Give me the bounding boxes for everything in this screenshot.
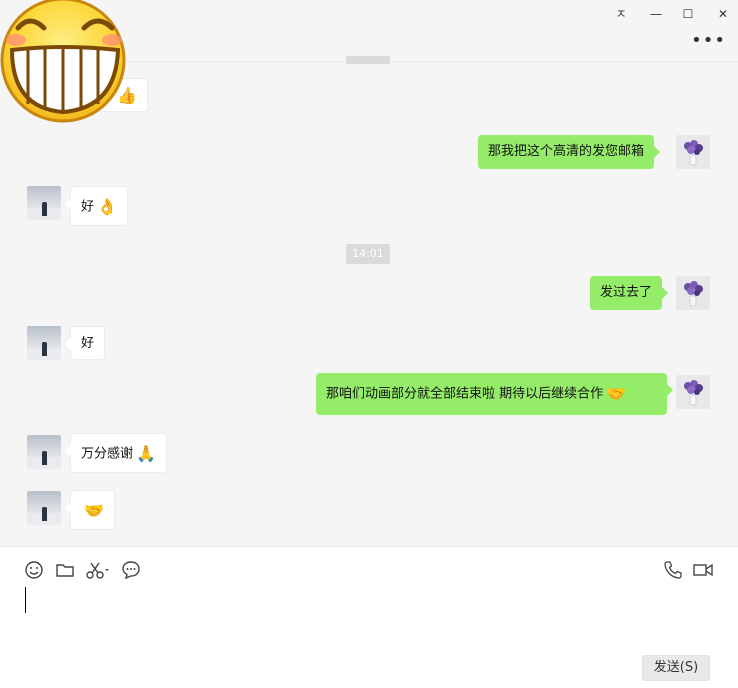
scissors-icon[interactable]	[85, 560, 111, 580]
message-bubble[interactable]: 发过去了	[590, 276, 669, 310]
contact-avatar[interactable]	[27, 435, 61, 469]
my-avatar[interactable]	[676, 135, 710, 169]
message-input-area[interactable]: 发送(S)	[0, 546, 738, 688]
message-bubble[interactable]: 那咱们动画部分就全部结束啦 期待以后继续合作 🤝	[316, 373, 673, 415]
handshake-icon: 🤝	[84, 501, 104, 520]
maximize-button[interactable]: ☐	[679, 5, 697, 23]
message-bubble[interactable]: 好 👌	[65, 186, 128, 226]
message-bubble[interactable]: 那我把这个高清的发您邮箱	[478, 135, 661, 169]
contact-avatar[interactable]	[27, 326, 61, 360]
phone-icon[interactable]	[663, 560, 683, 580]
chat-history-icon[interactable]	[121, 560, 141, 580]
chat-message-area[interactable]: 👍 那我把这个高清的发您邮箱 好 👌 14:01 发过去了 好 那咱们动画部分就…	[0, 56, 738, 546]
video-icon[interactable]	[692, 560, 714, 580]
timestamp: 14:01	[346, 244, 390, 264]
folder-icon[interactable]	[55, 560, 75, 580]
contact-avatar[interactable]	[27, 186, 61, 220]
grinning-face-sticker	[0, 0, 126, 123]
message-bubble[interactable]: 🤝	[65, 490, 115, 530]
my-avatar[interactable]	[676, 276, 710, 310]
message-text: 发过去了	[600, 285, 653, 300]
message-text: 好	[81, 199, 95, 215]
ok-hand-icon: 👌	[97, 197, 117, 216]
close-button[interactable]: ✕	[714, 5, 732, 23]
my-avatar[interactable]	[676, 375, 710, 409]
praying-hands-icon: 🙏	[136, 444, 156, 463]
handshake-icon: 🤝	[606, 384, 627, 403]
previous-timestamp	[346, 56, 390, 64]
contact-avatar[interactable]	[27, 491, 61, 525]
message-text: 万分感谢	[81, 446, 134, 462]
message-bubble[interactable]: 好	[64, 326, 106, 360]
emoji-icon[interactable]	[24, 560, 44, 580]
more-options-button[interactable]: •••	[691, 30, 726, 51]
message-text: 那咱们动画部分就全部结束啦 期待以后继续合作	[326, 386, 604, 402]
text-caret	[25, 587, 26, 613]
message-bubble[interactable]: 万分感谢 🙏	[65, 433, 167, 473]
message-text: 那我把这个高清的发您邮箱	[488, 144, 645, 159]
minimize-button[interactable]: —	[647, 5, 665, 23]
message-text: 好	[81, 336, 95, 351]
pin-button[interactable]: ㅈ	[612, 5, 630, 23]
send-button[interactable]: 发送(S)	[642, 655, 710, 681]
